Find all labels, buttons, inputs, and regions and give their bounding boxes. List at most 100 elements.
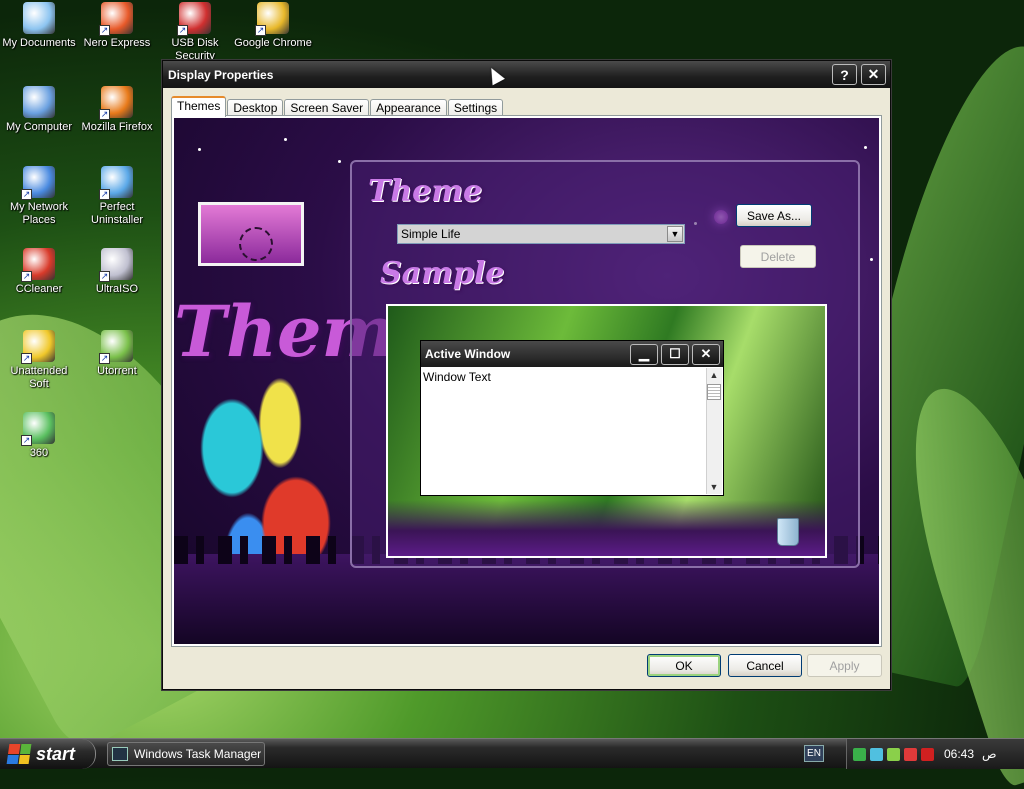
tab-strip: Themes Desktop Screen Saver Appearance S… <box>171 95 504 117</box>
sample-scrollbar: ▲ ▼ <box>706 368 722 494</box>
desktop-icon-label: Utorrent <box>97 365 137 377</box>
decorative-star <box>198 148 201 151</box>
ccleaner-icon: ↗ <box>21 248 55 282</box>
shortcut-arrow-icon: ↗ <box>99 189 110 200</box>
tab-themes[interactable]: Themes <box>171 96 227 117</box>
decorative-star <box>870 258 873 261</box>
shortcut-arrow-icon: ↗ <box>21 435 32 446</box>
themes-panel: Themes Theme Simple Life ▼ Save As... De… <box>171 115 882 647</box>
shortcut-arrow-icon: ↗ <box>177 25 188 36</box>
scroll-thumb <box>707 384 721 400</box>
star-icon: ↗ <box>21 330 55 364</box>
shortcut-arrow-icon: ↗ <box>255 25 266 36</box>
minimize-icon: ▁ <box>630 343 658 365</box>
theme-dropdown[interactable]: Simple Life ▼ <box>397 224 685 244</box>
network-icon: ↗ <box>21 166 55 200</box>
usb-shield-icon: ↗ <box>177 2 211 36</box>
shortcut-arrow-icon: ↗ <box>99 25 110 36</box>
taskbar: start Windows Task Manager EN 06:43 ص <box>0 738 1024 769</box>
desktop-icon[interactable]: ↗ USB Disk Security <box>156 2 234 63</box>
chevron-down-icon[interactable]: ▼ <box>667 226 683 242</box>
tray-usb-shield-icon[interactable] <box>921 747 934 761</box>
scroll-up-icon: ▲ <box>709 370 719 380</box>
sample-heading: Sample <box>380 256 505 291</box>
decorative-star <box>864 146 867 149</box>
nero-icon: ↗ <box>99 2 133 36</box>
maximize-icon: ☐ <box>661 343 689 365</box>
desktop-icon-label: Unattended Soft <box>10 365 68 390</box>
shortcut-arrow-icon: ↗ <box>99 353 110 364</box>
desktop-icon[interactable]: ↗ Mozilla Firefox <box>78 86 156 134</box>
save-as-button[interactable]: Save As... <box>736 204 812 227</box>
tray-app-icon[interactable] <box>853 747 866 761</box>
desktop-icon[interactable]: ↗ UltraISO <box>78 248 156 296</box>
sample-window-title: Active Window <box>425 347 511 361</box>
desktop-icon[interactable]: ↗ CCleaner <box>0 248 78 296</box>
display-properties-dialog: Display Properties ? ✕ Themes Desktop Sc… <box>162 60 891 690</box>
cancel-button[interactable]: Cancel <box>728 654 802 677</box>
windows-logo-icon <box>6 744 32 764</box>
desktop-icon-label: 360 <box>29 447 49 459</box>
sample-window-text: Window Text <box>423 370 491 384</box>
desktop-icon-label: Mozilla Firefox <box>81 121 153 133</box>
folder-documents-icon <box>23 2 55 34</box>
desktop-icon-label: Nero Express <box>83 37 151 49</box>
theme-heading: Theme <box>368 174 483 209</box>
desktop-icon[interactable]: ↗ Unattended Soft <box>0 330 78 391</box>
desktop-icon[interactable]: ↗ 360 <box>0 412 78 460</box>
desktop-icon-label: My Computer <box>5 121 73 133</box>
tree-photo-decoration <box>198 202 304 266</box>
tray-security-icon[interactable] <box>904 747 917 761</box>
preview-silhouette <box>388 500 825 556</box>
close-icon: ✕ <box>692 343 720 365</box>
desktop-icon-label: Perfect Uninstaller <box>91 201 143 226</box>
help-button[interactable]: ? <box>832 64 857 85</box>
theme-dropdown-value: Simple Life <box>401 227 461 241</box>
uninstaller-icon: ↗ <box>99 166 133 200</box>
theme-sample-preview: Active Window ▁ ☐ ✕ Window Text ▲ ▼ <box>386 304 827 558</box>
desktop-icon[interactable]: ↗ Google Chrome <box>234 2 312 50</box>
start-label: start <box>36 743 76 764</box>
apply-button[interactable]: Apply <box>807 654 882 677</box>
clock-period: ص <box>982 747 997 761</box>
desktop-icon[interactable]: ↗ Nero Express <box>78 2 156 50</box>
close-button[interactable]: ✕ <box>861 64 886 85</box>
desktop-icon[interactable]: ↗ Utorrent <box>78 330 156 378</box>
clock[interactable]: 06:43 <box>944 747 974 761</box>
themes-panel-artwork: Themes Theme Simple Life ▼ Save As... De… <box>174 118 879 644</box>
desktop-icon-label: My Network Places <box>9 201 69 226</box>
taskbar-item-label: Windows Task Manager <box>134 747 262 761</box>
shortcut-arrow-icon: ↗ <box>21 271 32 282</box>
language-indicator[interactable]: EN <box>804 745 824 762</box>
firefox-icon: ↗ <box>99 86 133 120</box>
scroll-down-icon: ▼ <box>709 482 719 492</box>
desktop-icon[interactable]: ↗ Perfect Uninstaller <box>78 166 156 227</box>
start-button[interactable]: start <box>0 739 96 769</box>
utorrent-icon: ↗ <box>99 330 133 364</box>
tray-network-icon[interactable] <box>870 747 883 761</box>
360-icon: ↗ <box>21 412 55 446</box>
computer-icon <box>23 86 55 118</box>
taskbar-item-task-manager[interactable]: Windows Task Manager <box>107 742 265 766</box>
sample-window-titlebar: Active Window ▁ ☐ ✕ <box>421 341 723 367</box>
shortcut-arrow-icon: ↗ <box>99 271 110 282</box>
desktop-icon-label: CCleaner <box>15 283 63 295</box>
shortcut-arrow-icon: ↗ <box>21 353 32 364</box>
ok-button[interactable]: OK <box>647 654 721 677</box>
desktop-icon-label: Google Chrome <box>234 37 312 49</box>
tray-utorrent-icon[interactable] <box>887 747 900 761</box>
shortcut-arrow-icon: ↗ <box>99 109 110 120</box>
ultraiso-icon: ↗ <box>99 248 133 282</box>
desktop-icon[interactable]: ↗ My Network Places <box>0 166 78 227</box>
decorative-star <box>338 160 341 163</box>
task-manager-icon <box>112 747 128 761</box>
desktop-icon[interactable]: My Computer <box>0 86 78 134</box>
desktop-icon-label: My Documents <box>2 37 76 49</box>
dialog-titlebar[interactable]: Display Properties ? ✕ <box>163 61 890 88</box>
chrome-icon: ↗ <box>255 2 289 36</box>
desktop-icon[interactable]: My Documents <box>0 2 78 50</box>
delete-button[interactable]: Delete <box>740 245 816 268</box>
shortcut-arrow-icon: ↗ <box>21 189 32 200</box>
desktop-icon-label: UltraISO <box>95 283 139 295</box>
recycle-bin-icon <box>777 518 799 546</box>
